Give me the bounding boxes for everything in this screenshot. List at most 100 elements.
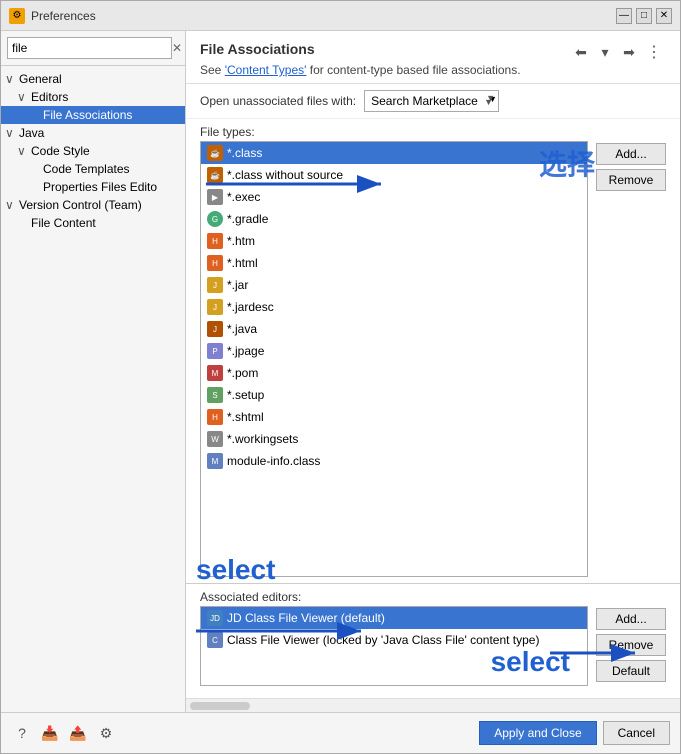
export-icon[interactable]: 📤 [67, 722, 89, 744]
titlebar: ⚙ Preferences — □ ✕ [1, 1, 680, 31]
file-list-item[interactable]: P *.jpage [201, 340, 587, 362]
app-icon: ⚙ [9, 8, 25, 24]
open-with-select-wrapper: Search Marketplace ▼ [364, 90, 499, 112]
file-list-item[interactable]: H *.htm [201, 230, 587, 252]
file-list-item[interactable]: ☕ *.class [201, 142, 587, 164]
close-button[interactable]: ✕ [656, 8, 672, 24]
expand-icon: ∨ [17, 90, 29, 104]
file-add-button[interactable]: Add... [596, 143, 666, 165]
minimize-button[interactable]: — [616, 8, 632, 24]
expand-icon: ∨ [17, 144, 29, 158]
preferences-window: ⚙ Preferences — □ ✕ ✕ ∨ General ∨ Editor… [0, 0, 681, 754]
file-item-label: *.workingsets [227, 432, 298, 446]
sidebar-item-editors[interactable]: ∨ Editors [1, 88, 185, 106]
assoc-editor-label: JD Class File Viewer (default) [227, 611, 385, 625]
expand-icon: ∨ [5, 198, 17, 212]
sidebar-item-code-templates[interactable]: Code Templates [1, 160, 185, 178]
java-file-icon: J [207, 321, 223, 337]
maximize-button[interactable]: □ [636, 8, 652, 24]
sidebar-item-file-associations[interactable]: File Associations [1, 106, 185, 124]
file-item-label: *.pom [227, 366, 258, 380]
apply-close-button[interactable]: Apply and Close [479, 721, 596, 745]
search-bar: ✕ [1, 31, 185, 66]
assoc-buttons: Add... Remove Default [596, 606, 666, 686]
file-list-item[interactable]: H *.html [201, 252, 587, 274]
file-list-item[interactable]: J *.jardesc [201, 296, 587, 318]
assoc-area: JD JD Class File Viewer (default) C Clas… [200, 606, 666, 692]
file-list-item[interactable]: W *.workingsets [201, 428, 587, 450]
setup-file-icon: S [207, 387, 223, 403]
toolbar-right: ⬅ ▾ ➡ ⋮ [570, 41, 666, 63]
sidebar-label-props-files: Properties Files Edito [43, 180, 157, 194]
sidebar-label-code-templates: Code Templates [43, 162, 130, 176]
desc-suffix: for content-type based file associations… [306, 63, 520, 77]
sidebar-label-version-control: Version Control (Team) [19, 198, 142, 212]
open-with-row: Open unassociated files with: Search Mar… [186, 84, 680, 119]
window-title: Preferences [31, 9, 616, 23]
sidebar-label-file-content: File Content [31, 216, 96, 230]
bottom-bar: ? 📥 📤 ⚙ Apply and Close Cancel [1, 712, 680, 753]
open-with-select[interactable]: Search Marketplace [364, 90, 499, 112]
file-list-item[interactable]: J *.jar [201, 274, 587, 296]
expand-icon: ∨ [5, 72, 17, 86]
open-with-label: Open unassociated files with: [200, 94, 356, 108]
sidebar: ✕ ∨ General ∨ Editors File Associations … [1, 31, 186, 712]
bottom-left-icons: ? 📥 📤 ⚙ [11, 722, 117, 744]
class-file-icon: ☕ [207, 167, 223, 183]
class-file-icon: ☕ [207, 145, 223, 161]
content-types-link[interactable]: 'Content Types' [225, 63, 307, 77]
module-file-icon: M [207, 453, 223, 469]
file-item-label: *.shtml [227, 410, 264, 424]
file-list-item[interactable]: G *.gradle [201, 208, 587, 230]
panel-header: File Associations ⬅ ▾ ➡ ⋮ See 'Content T… [186, 31, 680, 84]
import-icon[interactable]: 📥 [39, 722, 61, 744]
scrollbar-thumb[interactable] [190, 702, 250, 710]
file-list-item[interactable]: M *.pom [201, 362, 587, 384]
assoc-default-button[interactable]: Default [596, 660, 666, 682]
sidebar-item-java[interactable]: ∨ Java [1, 124, 185, 142]
sidebar-item-general[interactable]: ∨ General [1, 70, 185, 88]
window-controls: — □ ✕ [616, 8, 672, 24]
sidebar-item-version-control[interactable]: ∨ Version Control (Team) [1, 196, 185, 214]
pom-file-icon: M [207, 365, 223, 381]
assoc-remove-button[interactable]: Remove [596, 634, 666, 656]
sidebar-item-code-style[interactable]: ∨ Code Style [1, 142, 185, 160]
settings-icon[interactable]: ⚙ [95, 722, 117, 744]
nav-back-button[interactable]: ⬅ [570, 41, 592, 63]
sidebar-label-editors: Editors [31, 90, 68, 104]
file-list-item[interactable]: M module-info.class [201, 450, 587, 472]
assoc-editor-item[interactable]: C Class File Viewer (locked by 'Java Cla… [201, 629, 587, 651]
file-list-item[interactable]: S *.setup [201, 384, 587, 406]
gradle-file-icon: G [207, 211, 223, 227]
assoc-editor-item[interactable]: JD JD Class File Viewer (default) [201, 607, 587, 629]
search-clear-button[interactable]: ✕ [172, 40, 182, 56]
desc-prefix: See [200, 63, 225, 77]
file-list-item[interactable]: ▶ *.exec [201, 186, 587, 208]
nav-forward-button[interactable]: ➡ [618, 41, 640, 63]
main-content: ✕ ∨ General ∨ Editors File Associations … [1, 31, 680, 712]
file-item-label: *.java [227, 322, 257, 336]
htm-file-icon: H [207, 233, 223, 249]
file-item-label: *.jardesc [227, 300, 274, 314]
file-list-item[interactable]: H *.shtml [201, 406, 587, 428]
right-panel: File Associations ⬅ ▾ ➡ ⋮ See 'Content T… [186, 31, 680, 712]
cancel-button[interactable]: Cancel [603, 721, 670, 745]
more-options-icon[interactable]: ⋮ [642, 42, 666, 62]
sidebar-item-props-files[interactable]: Properties Files Edito [1, 178, 185, 196]
panel-description: See 'Content Types' for content-type bas… [200, 63, 666, 77]
file-remove-button[interactable]: Remove [596, 169, 666, 191]
jar-file-icon: J [207, 277, 223, 293]
sidebar-item-file-content[interactable]: File Content [1, 214, 185, 232]
jpage-file-icon: P [207, 343, 223, 359]
search-input[interactable] [7, 37, 172, 59]
file-types-label: File types: [186, 119, 680, 141]
help-icon[interactable]: ? [11, 722, 33, 744]
horizontal-scrollbar[interactable] [186, 698, 680, 712]
sidebar-label-file-assoc: File Associations [43, 108, 132, 122]
assoc-add-button[interactable]: Add... [596, 608, 666, 630]
associated-section: select Associated editors: JD [186, 583, 680, 698]
nav-dropdown-button[interactable]: ▾ [594, 41, 616, 63]
file-list-item[interactable]: ☕ *.class without source [201, 164, 587, 186]
file-item-label: *.class without source [227, 168, 343, 182]
file-list-item[interactable]: J *.java [201, 318, 587, 340]
